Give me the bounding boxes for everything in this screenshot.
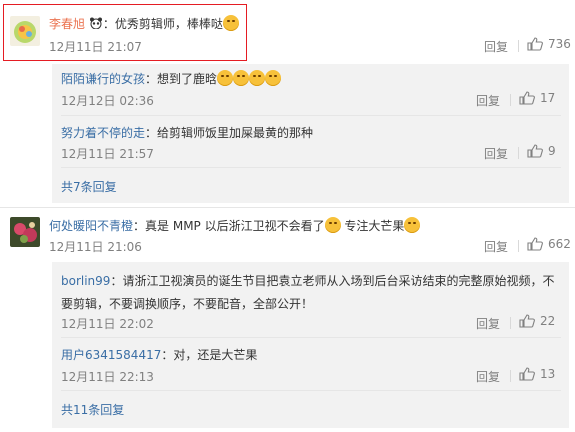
reply-text: 要剪辑，不要调换顺序，不要配音，全部公开！ [61, 297, 314, 311]
smiley-emoji-icon [222, 15, 239, 31]
smiley-emoji-icon [233, 70, 250, 86]
reply-author[interactable]: 努力着不停的走 [61, 126, 145, 140]
like-count: 736 [548, 37, 571, 51]
thumbs-up-icon [527, 237, 543, 251]
divider [61, 390, 561, 391]
like-count: 9 [548, 144, 556, 158]
comment-author[interactable]: 李春旭 [49, 17, 85, 31]
panda-badge-icon [89, 17, 103, 30]
thumbs-up-icon [519, 314, 535, 328]
smiley-emoji-icon [404, 217, 421, 233]
comment-author[interactable]: 何处暖阳不青橙 [49, 219, 133, 233]
thumbs-up-icon [519, 367, 535, 381]
like-count: 22 [540, 314, 556, 328]
divider [61, 115, 561, 116]
divider [510, 317, 511, 329]
reply-time: 12月11日 21:57 [61, 147, 154, 161]
smiley-emoji-icon [324, 217, 341, 233]
reply-author[interactable]: 用户6341584417 [61, 348, 161, 362]
comment-time: 12月11日 21:07 [49, 40, 142, 54]
reply-button[interactable]: 回复 [476, 368, 500, 385]
reply-text: 对，还是大芒果 [173, 348, 258, 362]
thumbs-up-icon [519, 91, 535, 105]
reply-time: 12月12日 02:36 [61, 94, 154, 108]
more-replies-link[interactable]: 共11条回复 [61, 401, 124, 418]
like-count: 662 [548, 237, 571, 251]
divider [510, 94, 511, 106]
reply-button[interactable]: 回复 [484, 145, 508, 162]
like-button[interactable]: 662 [527, 237, 571, 251]
comment-body: 何处暖阳不青橙：真是 MMP 以后浙江卫视不会看了 专注大芒果 [49, 217, 421, 234]
comment-divider [0, 207, 575, 208]
smiley-emoji-icon [217, 70, 234, 86]
avatar[interactable] [10, 217, 40, 247]
like-button[interactable]: 22 [519, 314, 555, 328]
reply-body: 用户6341584417：对，还是大芒果 [61, 348, 258, 362]
comment-text: 真是 MMP 以后浙江卫视不会看了 [145, 219, 325, 233]
divider [61, 337, 561, 338]
reply-text: 想到了鹿晗 [157, 72, 218, 86]
comment-text: 优秀剪辑师，棒棒哒 [114, 17, 223, 31]
divider [510, 370, 511, 382]
like-count: 17 [540, 91, 556, 105]
divider [61, 167, 561, 168]
reply-text: 请浙江卫视演员的诞生节目把袁立老师从入场到后台采访结束的完整原始视频，不 [122, 274, 555, 288]
reply-body: 陌陌谦行的女孩：想到了鹿晗 [61, 70, 282, 87]
divider [518, 240, 519, 252]
reply-button[interactable]: 回复 [484, 238, 508, 255]
avatar[interactable] [10, 16, 40, 46]
like-count: 13 [540, 367, 556, 381]
comment-time: 12月11日 21:06 [49, 240, 142, 254]
reply-text: 给剪辑师饭里加屎最黄的那种 [157, 126, 314, 140]
reply-time: 12月11日 22:13 [61, 370, 154, 384]
like-button[interactable]: 17 [519, 91, 555, 105]
reply-body: borlin99：请浙江卫视演员的诞生节目把袁立老师从入场到后台采访结束的完整原… [61, 274, 555, 311]
like-button[interactable]: 13 [519, 367, 555, 381]
thumbs-up-icon [527, 144, 543, 158]
reply-button[interactable]: 回复 [476, 315, 500, 332]
like-button[interactable]: 9 [527, 144, 556, 158]
comment-text-tail: 专注大芒果 [340, 219, 405, 233]
more-replies-link[interactable]: 共7条回复 [61, 178, 117, 195]
reply-author[interactable]: 陌陌谦行的女孩 [61, 72, 145, 86]
reply-button[interactable]: 回复 [484, 38, 508, 55]
divider [518, 147, 519, 159]
smiley-emoji-icon [249, 70, 266, 86]
thumbs-up-icon [527, 37, 543, 51]
reply-button[interactable]: 回复 [476, 92, 500, 109]
reply-author[interactable]: borlin99 [61, 274, 110, 288]
divider [518, 40, 519, 52]
reply-body: 努力着不停的走：给剪辑师饭里加屎最黄的那种 [61, 126, 314, 140]
like-button[interactable]: 736 [527, 37, 571, 51]
smiley-emoji-icon [265, 70, 282, 86]
comment-body: 李春旭 ：优秀剪辑师，棒棒哒 [49, 15, 239, 32]
reply-time: 12月11日 22:02 [61, 317, 154, 331]
